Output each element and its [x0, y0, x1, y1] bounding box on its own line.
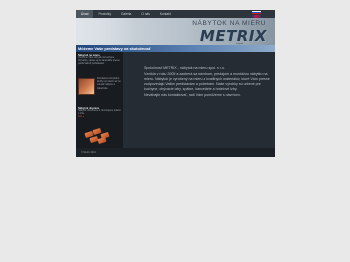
nav-item-produkty[interactable]: Produkty	[93, 10, 116, 18]
intro-text: Spoločnosť METRIX - nábytok na mieru spo…	[144, 66, 270, 98]
site-logo[interactable]: METRIX	[200, 27, 267, 45]
main-content: Spoločnosť METRIX - nábytok na mieru spo…	[123, 52, 275, 148]
nav-item-kontakt[interactable]: Kontakt	[155, 10, 176, 18]
nav-item-o-nas[interactable]: O nás	[136, 10, 155, 18]
sidebar-block-text: Ponúkame kompletné služby od návrhu až p…	[97, 78, 121, 90]
furniture-photo	[78, 78, 95, 95]
sidebar-block-delivery: Nábytok doprava Nábytok dovezieme a zmon…	[78, 107, 122, 118]
site-footer: © Metrix 2012	[76, 148, 275, 157]
slogan-bar: Môžeme Vaše predstavy na skutočnosť	[76, 45, 275, 52]
bricks-illustration	[84, 126, 110, 145]
sidebar-block-intro: Nábytok na mieru Vyrobíme Vám nábytok do…	[78, 54, 122, 67]
website-frame: Úvod Produkty Galéria O nás Kontakt NÁBY…	[76, 10, 275, 157]
site-header: NÁBYTOK NA MIERU METRIX nábytok	[76, 18, 275, 45]
top-nav: Úvod Produkty Galéria O nás Kontakt	[76, 10, 275, 18]
intro-paragraph: Vznikla v roku 2005 a zaoberá sa návrhom…	[144, 72, 270, 91]
slovak-flag-icon[interactable]	[252, 11, 261, 14]
intro-heading: Spoločnosť METRIX - nábytok na mieru spo…	[144, 66, 225, 70]
slogan-text: Môžeme Vaše predstavy na skutočnosť	[78, 46, 151, 51]
header-decoration	[76, 18, 136, 45]
nav-item-galeria[interactable]: Galéria	[116, 10, 136, 18]
intro-paragraph: Neváhajte nás kontaktovať, radi Vám pomô…	[144, 93, 241, 97]
sidebar-more-link[interactable]: viac »	[78, 116, 122, 118]
header-tagline: NÁBYTOK NA MIERU	[192, 20, 266, 27]
sidebar-block-text: Vyrobíme Vám nábytok do kuchyne, obývačk…	[78, 57, 120, 66]
footer-copyright: © Metrix 2012	[81, 151, 96, 154]
sidebar: Nábytok na mieru Vyrobíme Vám nábytok do…	[76, 52, 123, 148]
sidebar-block-services: Ponúkame kompletné služby od návrhu až p…	[97, 78, 121, 91]
nav-item-uvod[interactable]: Úvod	[76, 10, 94, 18]
